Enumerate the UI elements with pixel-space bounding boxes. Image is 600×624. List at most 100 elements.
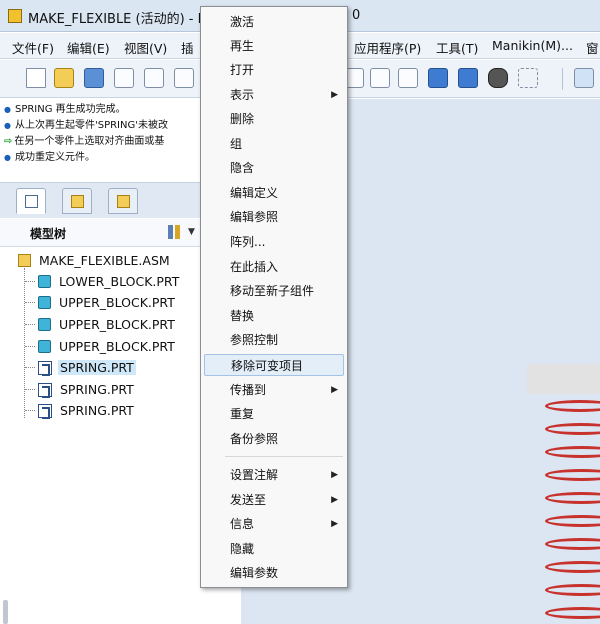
menu-item-label: 隐藏 bbox=[230, 542, 255, 556]
mail-icon[interactable] bbox=[144, 68, 164, 88]
new-file-icon[interactable] bbox=[26, 68, 46, 88]
regenerate-icon[interactable] bbox=[428, 68, 448, 88]
save-icon[interactable] bbox=[84, 68, 104, 88]
tab-model-tree[interactable] bbox=[16, 188, 46, 214]
tree-branch bbox=[25, 346, 35, 347]
model-tree-title: 模型树 bbox=[30, 227, 67, 241]
menu-item-label: 阵列... bbox=[230, 235, 266, 249]
menu-item-set-annotation[interactable]: 设置注解 ▶ bbox=[204, 464, 344, 486]
prompt-arrow-icon: ⇨ bbox=[4, 136, 13, 147]
assembly-icon bbox=[18, 254, 31, 267]
message-text: 在另一个零件上选取对齐曲面或基 bbox=[14, 136, 165, 147]
menu-item-info[interactable]: 信息 ▶ bbox=[204, 513, 344, 535]
menu-item-suppress[interactable]: 隐含 bbox=[204, 157, 344, 179]
menu-item-edit-definition[interactable]: 编辑定义 bbox=[204, 182, 344, 204]
tree-root-item[interactable]: MAKE_FLEXIBLE.ASM bbox=[18, 252, 172, 272]
menu-item-remove-flexible[interactable]: 移除可变项目 bbox=[204, 354, 344, 376]
tree-item-label: SPRING.PRT bbox=[60, 382, 134, 397]
menu-item-move-to-subassembly[interactable]: 移动至新子组件 bbox=[204, 280, 344, 302]
tree-item-label: SPRING.PRT bbox=[60, 403, 134, 418]
model-tree-header: 模型树 ▼ bbox=[0, 219, 200, 247]
context-menu: 激活 再生 打开 表示 ▶ 删除 组 隐含 编辑定义 编辑参照 阵列... 在此插… bbox=[200, 6, 348, 588]
menu-manikin[interactable]: Manikin(M)... bbox=[492, 38, 573, 53]
menu-item-hide[interactable]: 隐藏 bbox=[204, 538, 344, 560]
menu-item-label: 组 bbox=[230, 137, 243, 151]
block-model bbox=[527, 364, 600, 394]
menu-item-label: 设置注解 bbox=[230, 468, 279, 482]
tree-item-selected[interactable]: SPRING.PRT bbox=[38, 359, 136, 379]
menu-item-label: 打开 bbox=[230, 63, 255, 77]
menu-item-pattern[interactable]: 阵列... bbox=[204, 231, 344, 253]
tree-item[interactable]: SPRING.PRT bbox=[38, 381, 136, 401]
menu-applications[interactable]: 应用程序(P) bbox=[354, 38, 421, 57]
menu-item-propagate[interactable]: 传播到 ▶ bbox=[204, 379, 344, 401]
submenu-arrow-icon: ▶ bbox=[331, 385, 338, 395]
print-icon[interactable] bbox=[114, 68, 134, 88]
menu-item-edit-parameters[interactable]: 编辑参数 bbox=[204, 562, 344, 584]
menu-item-label: 在此插入 bbox=[230, 260, 279, 274]
favorites-icon bbox=[117, 195, 130, 208]
menu-item-label: 传播到 bbox=[230, 383, 267, 397]
paste-special-icon[interactable] bbox=[398, 68, 418, 88]
menu-item-label: 再生 bbox=[230, 39, 255, 53]
paste-icon[interactable] bbox=[370, 68, 390, 88]
menu-item-replace[interactable]: 替换 bbox=[204, 305, 344, 327]
tree-item-label: UPPER_BLOCK.PRT bbox=[59, 317, 175, 332]
menu-item-open[interactable]: 打开 bbox=[204, 59, 344, 81]
open-folder-icon[interactable] bbox=[54, 68, 74, 88]
menu-file[interactable]: 文件(F) bbox=[12, 38, 54, 57]
menu-item-send-to[interactable]: 发送至 ▶ bbox=[204, 489, 344, 511]
menu-item-backup-references[interactable]: 备份参照 bbox=[204, 428, 344, 450]
menu-item-label: 删除 bbox=[230, 112, 255, 126]
tree-settings-icon[interactable] bbox=[166, 223, 184, 241]
regenerate-manager-icon[interactable] bbox=[458, 68, 478, 88]
chevron-down-icon[interactable]: ▼ bbox=[188, 227, 195, 237]
tree-item[interactable]: LOWER_BLOCK.PRT bbox=[38, 273, 181, 293]
find-icon[interactable] bbox=[488, 68, 508, 88]
window-title: MAKE_FLEXIBLE (活动的) - P bbox=[28, 12, 206, 27]
menu-window[interactable]: 窗 bbox=[586, 38, 599, 57]
menu-item-label: 编辑参照 bbox=[230, 210, 279, 224]
menu-item-delete[interactable]: 删除 bbox=[204, 108, 344, 130]
menu-item-label: 替换 bbox=[230, 309, 255, 323]
part-icon bbox=[38, 318, 51, 331]
view-icon[interactable] bbox=[574, 68, 594, 88]
menu-view[interactable]: 视图(V) bbox=[124, 38, 167, 57]
tree-item-label: UPPER_BLOCK.PRT bbox=[59, 295, 175, 310]
message-text: 成功重定义元件。 bbox=[14, 152, 95, 163]
part-icon bbox=[38, 296, 51, 309]
tab-favorites[interactable] bbox=[108, 188, 138, 214]
menu-item-group[interactable]: 组 bbox=[204, 133, 344, 155]
tree-item[interactable]: SPRING.PRT bbox=[38, 402, 136, 422]
menu-item-represent[interactable]: 表示 ▶ bbox=[204, 84, 344, 106]
tree-scrollbar[interactable] bbox=[3, 600, 8, 624]
tree-branch bbox=[25, 324, 35, 325]
message-line: ● 从上次再生起零件'SPRING'未被改 bbox=[4, 119, 168, 133]
menu-item-label: 备份参照 bbox=[230, 432, 279, 446]
tree-item[interactable]: UPPER_BLOCK.PRT bbox=[38, 338, 177, 358]
menu-edit[interactable]: 编辑(E) bbox=[67, 38, 110, 57]
menu-item-edit-references[interactable]: 编辑参照 bbox=[204, 206, 344, 228]
menu-tools[interactable]: 工具(T) bbox=[436, 38, 478, 57]
menu-item-reference-control[interactable]: 参照控制 bbox=[204, 329, 344, 351]
submenu-arrow-icon: ▶ bbox=[331, 470, 338, 480]
menu-item-repeat[interactable]: 重复 bbox=[204, 403, 344, 425]
menu-item-activate[interactable]: 激活 bbox=[204, 11, 344, 33]
globe-icon[interactable] bbox=[174, 68, 194, 88]
menu-item-label: 表示 bbox=[230, 88, 255, 102]
tree-item[interactable]: UPPER_BLOCK.PRT bbox=[38, 316, 177, 336]
spring-part-icon bbox=[38, 360, 52, 376]
tree-branch bbox=[25, 302, 35, 303]
menu-item-regenerate[interactable]: 再生 bbox=[204, 35, 344, 57]
navigator-tabs bbox=[0, 182, 200, 218]
tree-item[interactable]: UPPER_BLOCK.PRT bbox=[38, 294, 177, 314]
message-line: ● 成功重定义元件。 bbox=[4, 151, 95, 165]
tab-folder-browser[interactable] bbox=[62, 188, 92, 214]
menu-item-label: 移动至新子组件 bbox=[230, 284, 315, 298]
message-text: 从上次再生起零件'SPRING'未被改 bbox=[14, 120, 168, 131]
menu-item-insert-here[interactable]: 在此插入 bbox=[204, 256, 344, 278]
select-box-icon[interactable] bbox=[518, 68, 538, 88]
tree-root-label: MAKE_FLEXIBLE.ASM bbox=[39, 253, 170, 268]
tree-branch bbox=[25, 367, 35, 368]
menu-insert[interactable]: 插 bbox=[181, 38, 194, 57]
